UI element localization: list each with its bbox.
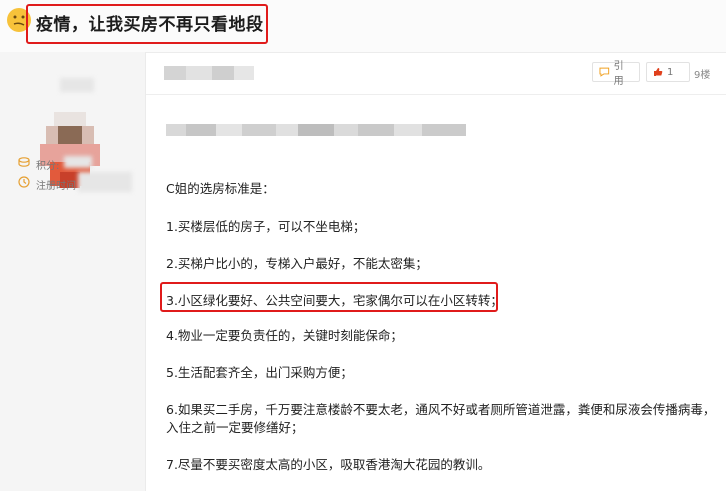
user-info-column: 积分: 注册时间: [0, 52, 146, 491]
clock-icon: [18, 176, 30, 188]
criteria-item-7: 7.尽量不要买密度太高的小区，吸取香港淘大花园的教训。: [166, 457, 491, 472]
author-blur: [164, 66, 254, 80]
quote-label: 引用: [613, 61, 624, 87]
thread-title: 疫情，让我买房不再只看地段: [36, 15, 264, 35]
criteria-item-5: 5.生活配套齐全，出门采购方便；: [166, 365, 353, 380]
criteria-item-3: 3.小区绿化要好、公共空间要大，宅家偶尔可以在小区转转；: [166, 293, 503, 308]
thumbs-up-icon: [654, 68, 663, 76]
criteria-item-6-cont: 入住之前一定要修缮好；: [166, 420, 304, 435]
post-topbar: 引用 1 9楼: [146, 52, 726, 95]
criteria-item-6: 6.如果买二手房，千万要注意楼龄不要太老，通风不好或者厕所管道泄露，粪便和尿液会…: [166, 402, 716, 417]
username-blur: [60, 78, 94, 92]
points-label: 积分:: [36, 161, 60, 172]
floor-number: 9楼: [694, 70, 711, 81]
criteria-item-2: 2.买梯户比小的，专梯入户最好，不能太密集；: [166, 256, 428, 271]
like-count: 1: [667, 66, 674, 78]
criteria-item-1: 1.买楼层低的房子，可以不坐电梯；: [166, 219, 366, 234]
criteria-item-4: 4.物业一定要负责任的，关键时刻能保命；: [166, 328, 403, 343]
thread-header: 疫情，让我买房不再只看地段: [0, 0, 726, 53]
register-time-label: 注册时间: [36, 181, 76, 192]
criteria-intro: C姐的选房标准是：: [166, 181, 275, 196]
speech-bubble-icon: [599, 67, 610, 77]
blurred-text: [166, 124, 466, 136]
coin-icon: [18, 157, 30, 167]
quote-button[interactable]: 引用: [592, 61, 640, 87]
post-content: 引用 1 9楼 C姐的选房标准是： 1.买楼层低的房子，可以不坐电梯； 2.买梯…: [146, 52, 726, 491]
like-button[interactable]: 1: [646, 62, 690, 82]
